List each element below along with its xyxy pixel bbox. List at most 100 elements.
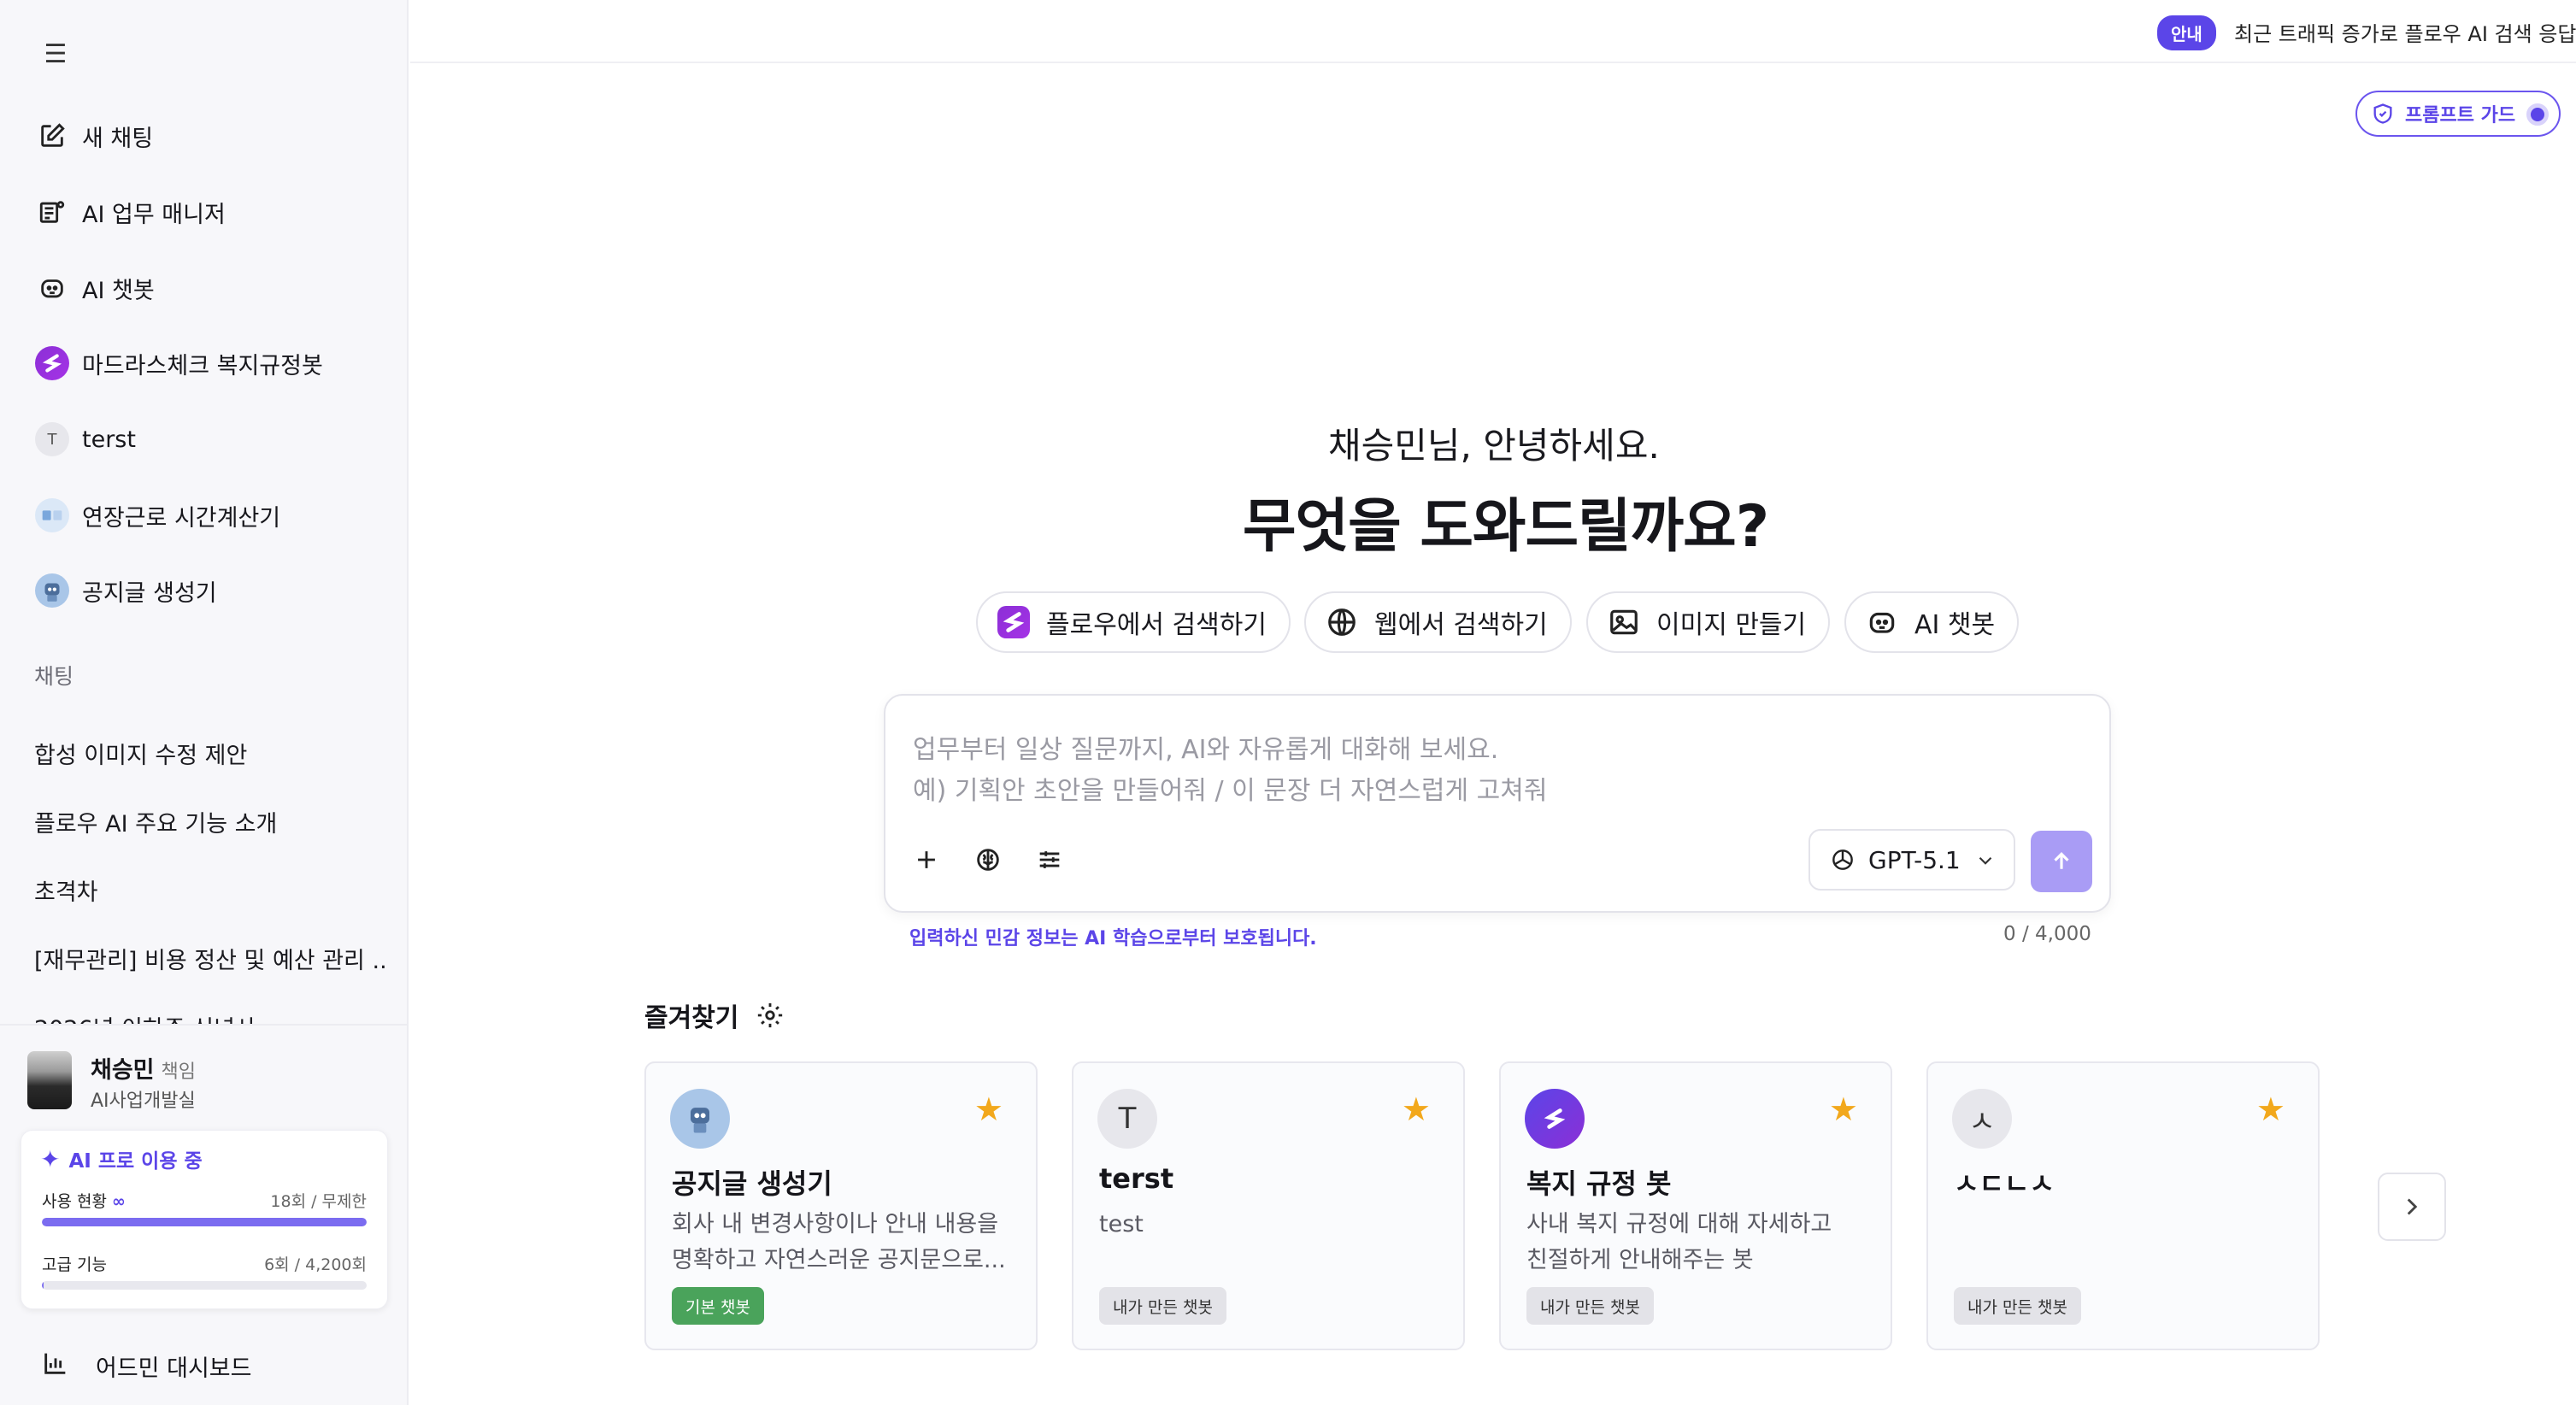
settings-sliders-button[interactable]: [1031, 841, 1068, 879]
globe-icon: [1325, 605, 1359, 639]
search-flow-chip[interactable]: 플로우에서 검색하기: [976, 591, 1291, 653]
sidebar-item-new-chat[interactable]: 새 채팅: [34, 109, 153, 163]
avatar: T: [35, 422, 69, 456]
prompt-guard-toggle[interactable]: 프롬프트 가드: [2355, 91, 2561, 137]
task-manager-icon: [34, 194, 70, 230]
favorite-card[interactable]: ★ 복지 규정 봇 사내 복지 규정에 대해 자세하고 친절하게 안내해주는 봇…: [1499, 1061, 1892, 1350]
privacy-note: 입력하신 민감 정보는 AI 학습으로부터 보호됩니다.: [909, 928, 1317, 949]
calculator-avatar-icon: [35, 498, 69, 532]
avatar: T: [1097, 1089, 1157, 1149]
prompt-guard-label: 프롬프트 가드: [2405, 105, 2516, 126]
favorite-card[interactable]: T ★ terst test 내가 만든 챗봇: [1072, 1061, 1465, 1350]
edit-icon: [34, 118, 70, 154]
user-name-text: 채승민: [91, 1057, 155, 1084]
chat-history-item[interactable]: 합성 이미지 수정 제안: [34, 737, 385, 770]
chevron-down-icon: [1979, 856, 1992, 865]
card-description: test: [1099, 1211, 1144, 1237]
card-title: 복지 규정 봇: [1526, 1167, 1672, 1200]
chat-history-item[interactable]: 초격차: [34, 873, 385, 907]
advanced-label: 고급 기능: [42, 1255, 107, 1274]
sidebar-item-welfare-bot[interactable]: 마드라스체크 복지규정봇: [34, 336, 323, 391]
card-tag: 기본 챗봇: [672, 1287, 764, 1325]
admin-dashboard-label: 어드민 대시보드: [96, 1355, 252, 1382]
user-panel: 채승민 책임 AI사업개발실 ✦ AI 프로 이용 중 사용 현황 ∞ 18회 /…: [0, 1024, 407, 1405]
bot-icon: [1865, 605, 1899, 639]
robot-avatar-icon: [670, 1089, 730, 1149]
add-attachment-button[interactable]: [908, 841, 945, 879]
usage-progress-fill: [42, 1218, 367, 1226]
usage-label: 사용 현황 ∞: [42, 1189, 126, 1212]
image-icon: [1607, 605, 1641, 639]
make-image-chip[interactable]: 이미지 만들기: [1586, 591, 1831, 653]
card-description: 회사 내 변경사항이나 안내 내용을 명확하고 자연스러운 공지문으로...: [672, 1211, 1006, 1273]
chat-history-item[interactable]: 플로우 AI 주요 기능 소개: [34, 805, 385, 838]
chip-label: 이미지 만들기: [1656, 610, 1807, 640]
pro-plan-card: ✦ AI 프로 이용 중 사용 현황 ∞ 18회 / 무제한 고급 기능 6회 …: [21, 1130, 388, 1309]
chip-label: 웹에서 검색하기: [1374, 610, 1548, 640]
openai-icon: [1832, 849, 1853, 870]
sidebar-item-ai-task-manager[interactable]: AI 업무 매니저: [34, 185, 226, 239]
card-description: 사내 복지 규정에 대해 자세하고 친절하게 안내해주는 봇: [1526, 1211, 1832, 1273]
sidebar: ☰ 새 채팅 AI 업무 매니저 AI 챗봇 마드라스체크 복지규정봇 T te…: [0, 0, 409, 1405]
flow-logo-icon: [1525, 1089, 1585, 1149]
notice-text[interactable]: 최근 트래픽 증가로 플로우 AI 검색 응답: [2234, 17, 2576, 47]
greeting-subtitle: 채승민님, 안녕하세요.: [1328, 425, 1660, 467]
avatar[interactable]: [27, 1051, 72, 1109]
reasoning-button[interactable]: [969, 841, 1007, 879]
card-title: 공지글 생성기: [672, 1167, 832, 1200]
model-selector[interactable]: GPT-5.1: [1808, 829, 2015, 891]
flow-logo-icon: [997, 605, 1031, 639]
greeting-title: 무엇을 도와드릴까요?: [1243, 493, 1769, 561]
chat-input-placeholder-example[interactable]: 예) 기획안 초안을 만들어줘 / 이 문장 더 자연스럽게 고쳐줘: [913, 769, 1547, 807]
gear-icon[interactable]: [756, 1001, 785, 1030]
star-icon[interactable]: ★: [1829, 1090, 1858, 1128]
card-title: ㅅㄷㄴㅅ: [1954, 1167, 2055, 1200]
sparkle-icon: ✦: [40, 1144, 61, 1173]
usage-row: 사용 현황 ∞ 18회 / 무제한: [42, 1189, 367, 1212]
star-icon[interactable]: ★: [1402, 1090, 1431, 1128]
model-label: GPT-5.1: [1868, 845, 1961, 874]
shield-icon: [2373, 103, 2392, 124]
robot-avatar-icon: [35, 573, 69, 608]
card-tag: 내가 만든 챗봇: [1954, 1287, 2081, 1325]
star-icon[interactable]: ★: [974, 1090, 1003, 1128]
ai-chatbot-chip[interactable]: AI 챗봇: [1844, 591, 2020, 653]
arrow-up-icon: [2054, 852, 2069, 869]
favorite-card[interactable]: ㅅ ★ ㅅㄷㄴㅅ 내가 만든 챗봇: [1926, 1061, 2320, 1350]
brain-icon: [977, 849, 999, 871]
send-button[interactable]: [2031, 831, 2092, 892]
advanced-progress-bar: [42, 1281, 367, 1290]
sidebar-item-label: AI 챗봇: [82, 277, 155, 304]
sidebar-item-overtime-calculator[interactable]: 연장근로 시간계산기: [34, 488, 280, 543]
sidebar-item-label: 연장근로 시간계산기: [82, 504, 281, 532]
plus-icon: [918, 851, 935, 868]
bar-chart-icon: [41, 1349, 70, 1384]
search-web-chip[interactable]: 웹에서 검색하기: [1304, 591, 1572, 653]
robot-avatar-icon: [34, 573, 70, 608]
usage-progress-bar: [42, 1218, 367, 1226]
avatar: ㅅ: [1952, 1089, 2012, 1149]
sidebar-item-label: 공지글 생성기: [82, 579, 217, 607]
chat-input-placeholder[interactable]: 업무부터 일상 질문까지, AI와 자유롭게 대화해 보세요.: [913, 728, 1498, 766]
sidebar-item-label: AI 업무 매니저: [82, 201, 226, 228]
favorite-card[interactable]: ★ 공지글 생성기 회사 내 변경사항이나 안내 내용을 명확하고 자연스러운 …: [644, 1061, 1038, 1350]
menu-icon[interactable]: ☰: [41, 39, 70, 69]
star-icon[interactable]: ★: [2256, 1090, 2285, 1128]
bot-icon: [34, 270, 70, 306]
admin-dashboard-button[interactable]: 어드민 대시보드: [41, 1349, 251, 1384]
favorites-next-button[interactable]: [2378, 1173, 2446, 1241]
sidebar-item-terst[interactable]: T terst: [34, 412, 136, 467]
favorites-title: 즐겨찾기: [644, 996, 785, 1034]
chip-label: 플로우에서 검색하기: [1046, 610, 1267, 640]
sidebar-item-notice-generator[interactable]: 공지글 생성기: [34, 563, 217, 618]
card-title: terst: [1099, 1162, 1174, 1195]
infinity-icon: ∞: [112, 1192, 126, 1211]
sidebar-item-ai-chatbot[interactable]: AI 챗봇: [34, 261, 155, 315]
user-department: AI사업개발실: [91, 1090, 196, 1112]
usage-label-text: 사용 현황: [42, 1192, 107, 1211]
chat-input-box[interactable]: 업무부터 일상 질문까지, AI와 자유롭게 대화해 보세요. 예) 기획안 초…: [884, 694, 2111, 913]
chat-history-item[interactable]: [재무관리] 비용 정산 및 예산 관리 ...: [34, 942, 385, 975]
pro-plan-title: ✦ AI 프로 이용 중: [40, 1144, 203, 1173]
card-tag: 내가 만든 챗봇: [1099, 1287, 1226, 1325]
sidebar-item-label: 마드라스체크 복지규정봇: [82, 352, 323, 379]
